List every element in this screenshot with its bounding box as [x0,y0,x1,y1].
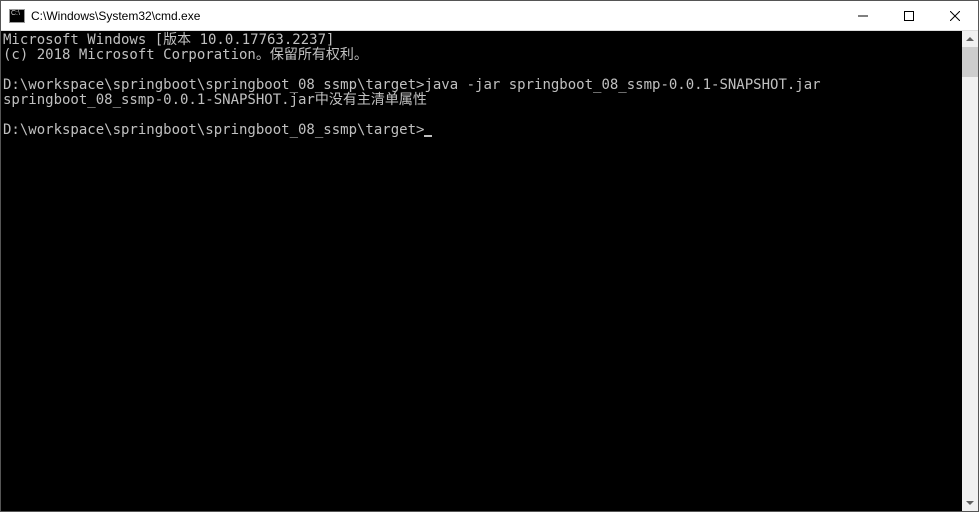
maximize-icon [904,11,914,21]
terminal-area: Microsoft Windows [版本 10.0.17763.2237](c… [1,31,978,511]
terminal-content[interactable]: Microsoft Windows [版本 10.0.17763.2237](c… [1,31,962,511]
vertical-scrollbar[interactable] [962,31,978,511]
terminal-line [3,108,962,123]
terminal-line: springboot_08_ssmp-0.0.1-SNAPSHOT.jar中没有… [3,93,962,108]
titlebar[interactable]: C:\Windows\System32\cmd.exe [1,1,978,31]
cmd-icon [9,9,25,23]
close-button[interactable] [932,1,978,30]
minimize-button[interactable] [840,1,886,30]
prompt: D:\workspace\springboot\springboot_08_ss… [3,122,424,138]
command: java -jar springboot_08_ssmp-0.0.1-SNAPS… [424,77,820,93]
minimize-icon [858,11,868,21]
scroll-up-arrow-icon[interactable] [962,31,978,47]
terminal-line: Microsoft Windows [版本 10.0.17763.2237] [3,33,962,48]
prompt: D:\workspace\springboot\springboot_08_ss… [3,77,424,93]
window-controls [840,1,978,30]
terminal-line: (c) 2018 Microsoft Corporation。保留所有权利。 [3,48,962,63]
terminal-line: D:\workspace\springboot\springboot_08_ss… [3,123,962,138]
cmd-window: C:\Windows\System32\cmd.exe Microsoft Wi [0,0,979,512]
terminal-line [3,63,962,78]
cursor [424,135,432,137]
scroll-down-arrow-icon[interactable] [962,495,978,511]
window-title: C:\Windows\System32\cmd.exe [31,9,840,23]
terminal-line: D:\workspace\springboot\springboot_08_ss… [3,78,962,93]
scroll-thumb[interactable] [962,47,978,77]
close-icon [950,11,960,21]
maximize-button[interactable] [886,1,932,30]
